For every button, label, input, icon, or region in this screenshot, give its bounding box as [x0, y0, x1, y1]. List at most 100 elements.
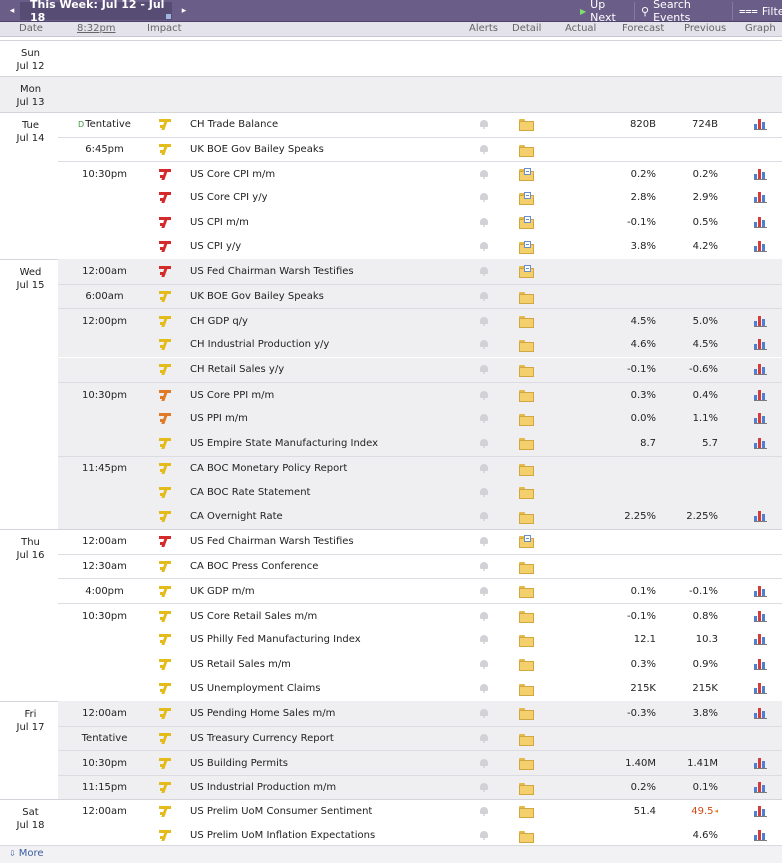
bell-icon[interactable] [480, 145, 488, 155]
event-row[interactable]: 10:30pm US Building Permits 1.40M 1.41M [58, 750, 782, 775]
bell-icon[interactable] [480, 390, 488, 400]
event-title[interactable]: CH GDP q/y [190, 309, 490, 333]
folder-icon[interactable] [518, 586, 534, 599]
event-row[interactable]: 11:15pm US Industrial Production m/m 0.2% 0… [58, 774, 782, 800]
event-title[interactable]: US Empire State Manufacturing Index [190, 431, 490, 455]
week-selector[interactable]: This Week: Jul 12 - Jul 18 [20, 0, 172, 24]
filter-button[interactable]: ⩶ Filter [732, 2, 782, 20]
event-title[interactable]: US PPI m/m [190, 407, 490, 431]
bar-graph-icon[interactable] [753, 192, 767, 204]
event-title[interactable]: US Core CPI y/y [190, 186, 490, 210]
bar-graph-icon[interactable] [753, 830, 767, 842]
event-title[interactable]: US Unemployment Claims [190, 677, 490, 701]
bell-icon[interactable] [480, 659, 488, 669]
folder-icon[interactable] [518, 659, 534, 672]
event-title[interactable]: CH Industrial Production y/y [190, 333, 490, 357]
bell-icon[interactable] [480, 783, 488, 793]
event-row[interactable]: US Retail Sales m/m 0.3% 0.9% [58, 652, 782, 677]
bar-graph-icon[interactable] [753, 364, 767, 375]
bell-icon[interactable] [480, 242, 488, 252]
current-time-link[interactable]: 8:32pm [77, 23, 116, 34]
next-week-button[interactable]: ▸ [176, 2, 192, 20]
bar-graph-icon[interactable] [753, 805, 767, 817]
bell-icon[interactable] [480, 586, 488, 596]
bell-icon[interactable] [480, 292, 488, 302]
event-title[interactable]: CH Retail Sales y/y [190, 358, 490, 382]
folder-icon[interactable] [518, 438, 534, 451]
event-row[interactable]: US CPI m/m -0.1% 0.5% [58, 210, 782, 235]
bar-graph-icon[interactable] [753, 683, 767, 695]
event-title[interactable]: US Core PPI m/m [190, 383, 490, 407]
event-title[interactable]: CA BOC Rate Statement [190, 480, 490, 504]
event-title[interactable]: CA Overnight Rate [190, 505, 490, 529]
bell-icon[interactable] [480, 169, 488, 179]
bar-graph-icon[interactable] [753, 782, 767, 794]
bell-icon[interactable] [480, 831, 488, 841]
bar-graph-icon[interactable] [753, 389, 767, 401]
event-title[interactable]: UK GDP m/m [190, 579, 490, 603]
folder-icon[interactable] [518, 683, 534, 696]
folder-icon[interactable] [518, 364, 534, 377]
event-title[interactable]: US Fed Chairman Warsh Testifies [190, 529, 490, 553]
event-row[interactable]: 12:00pm CH GDP q/y 4.5% 5.0% [58, 308, 782, 333]
event-title[interactable]: US Retail Sales m/m [190, 652, 490, 676]
folder-icon[interactable] [518, 316, 534, 329]
event-title[interactable]: US CPI y/y [190, 235, 490, 259]
event-row[interactable]: CA Overnight Rate 2.25% 2.25% [58, 504, 782, 530]
bell-icon[interactable] [480, 266, 488, 276]
folder-icon[interactable] [518, 758, 534, 771]
bell-icon[interactable] [480, 635, 488, 645]
folder-document-icon[interactable] [518, 216, 534, 230]
folder-icon[interactable] [518, 291, 534, 304]
event-row[interactable]: 4:00pm UK GDP m/m 0.1% -0.1% [58, 578, 782, 603]
bell-icon[interactable] [480, 536, 488, 546]
event-title[interactable]: US Building Permits [190, 751, 490, 775]
bell-icon[interactable] [480, 365, 488, 374]
folder-icon[interactable] [518, 144, 534, 157]
folder-icon[interactable] [518, 413, 534, 426]
bar-graph-icon[interactable] [753, 315, 767, 327]
folder-icon[interactable] [518, 487, 534, 500]
event-row[interactable]: 10:30pm US Core CPI m/m 0.2% 0.2% [58, 161, 782, 186]
event-title[interactable]: US Philly Fed Manufacturing Index [190, 628, 490, 652]
event-row[interactable]: US PPI m/m 0.0% 1.1% [58, 406, 782, 432]
event-title[interactable]: US Industrial Production m/m [190, 776, 490, 800]
prev-week-button[interactable]: ◂ [4, 2, 20, 20]
bar-graph-icon[interactable] [753, 511, 767, 523]
folder-icon[interactable] [518, 390, 534, 403]
event-row[interactable]: US Unemployment Claims 215K 215K [58, 677, 782, 702]
bell-icon[interactable] [480, 734, 488, 744]
bell-icon[interactable] [480, 562, 488, 572]
folder-icon[interactable] [518, 611, 534, 623]
bell-icon[interactable] [480, 487, 488, 497]
folder-icon[interactable] [518, 561, 534, 574]
event-title[interactable]: CA BOC Monetary Policy Report [190, 457, 490, 481]
event-row[interactable]: US Core CPI y/y 2.8% 2.9% [58, 186, 782, 211]
bell-icon[interactable] [480, 316, 488, 326]
bar-graph-icon[interactable] [753, 118, 767, 130]
folder-document-icon[interactable] [518, 240, 534, 254]
bell-icon[interactable] [480, 438, 488, 448]
bar-graph-icon[interactable] [753, 634, 767, 646]
folder-icon[interactable] [518, 634, 534, 647]
event-row[interactable]: CH Industrial Production y/y 4.6% 4.5% [58, 332, 782, 358]
bell-icon[interactable] [480, 806, 488, 816]
bar-graph-icon[interactable] [753, 658, 767, 670]
folder-icon[interactable] [518, 733, 534, 746]
event-title[interactable]: US Pending Home Sales m/m [190, 701, 490, 725]
event-row[interactable]: CA BOC Rate Statement [58, 480, 782, 505]
event-row[interactable]: CH Retail Sales y/y -0.1% -0.6% [58, 357, 782, 382]
event-row[interactable]: 12:00am US Fed Chairman Warsh Testifies [58, 259, 782, 284]
bar-graph-icon[interactable] [753, 413, 767, 425]
event-row[interactable]: 6:00am UK BOE Gov Bailey Speaks [58, 283, 782, 309]
event-row[interactable]: 10:30pm US Core PPI m/m 0.3% 0.4% [58, 382, 782, 407]
event-title[interactable]: US Treasury Currency Report [190, 727, 490, 751]
search-events-button[interactable]: ⚲ Search Events [634, 0, 732, 24]
bar-graph-icon[interactable] [753, 610, 767, 622]
bell-icon[interactable] [480, 758, 488, 768]
folder-icon[interactable] [518, 339, 534, 352]
folder-icon[interactable] [518, 782, 534, 795]
event-title[interactable]: US CPI m/m [190, 210, 490, 234]
event-row[interactable]: 12:00am US Prelim UoM Consumer Sentiment 5… [58, 799, 782, 824]
event-row[interactable]: 6:45pm UK BOE Gov Bailey Speaks [58, 136, 782, 162]
